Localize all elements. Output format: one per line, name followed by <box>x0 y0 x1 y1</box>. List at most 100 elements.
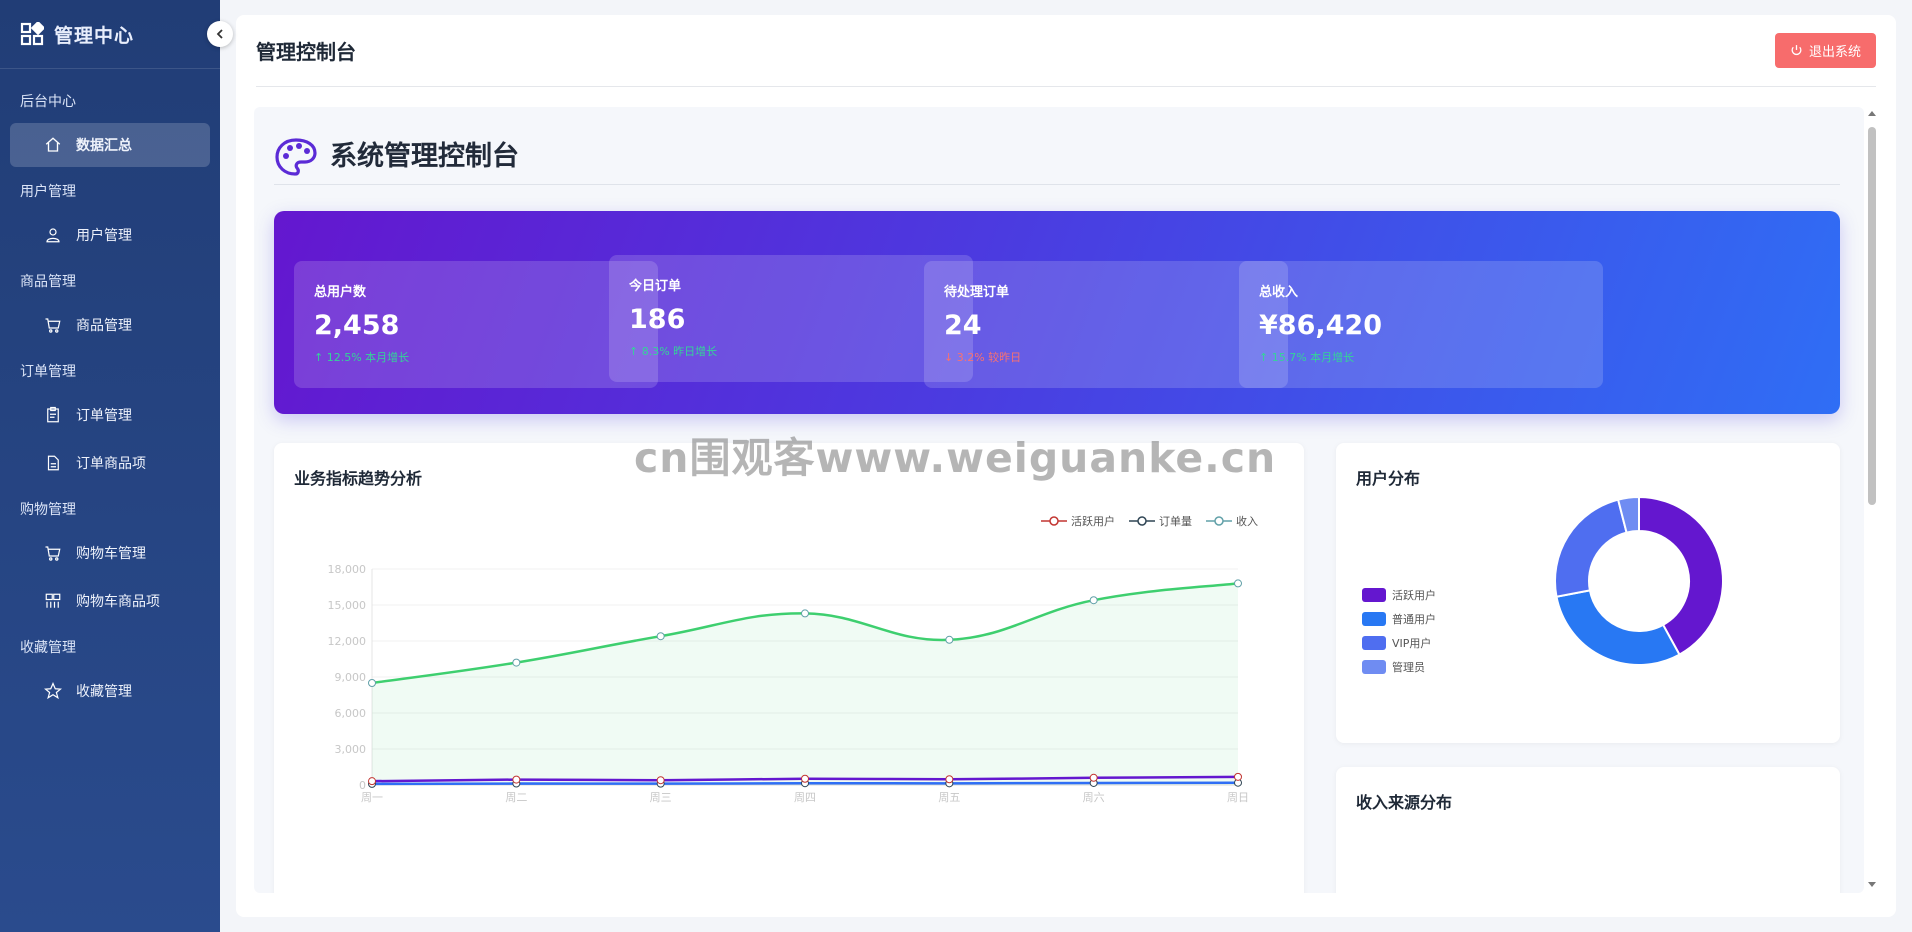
sidebar-item-product-management[interactable]: 商品管理 <box>10 303 210 347</box>
income-source-card: 收入来源分布 <box>1336 767 1840 893</box>
sidebar-item-label: 订单管理 <box>76 408 132 424</box>
menu-group-title: 购物管理 <box>20 502 76 518</box>
stat-trend: ↑ 12.5% 本月增长 <box>314 349 638 365</box>
data-point <box>656 776 665 785</box>
collapse-sidebar-button[interactable] <box>207 21 233 47</box>
arrow-down-icon: ↓ <box>944 351 954 364</box>
x-tick-label: 周六 <box>1083 791 1105 804</box>
menu-group-title: 用户管理 <box>20 184 76 200</box>
donut-chart <box>1554 495 1724 666</box>
power-icon <box>1791 45 1802 56</box>
stat-card-total-revenue[interactable]: 总收入 ¥86,420 ↑ 15.7% 本月增长 <box>1239 261 1603 388</box>
arrow-up-icon: ↑ <box>1259 351 1269 364</box>
stat-trend-text: 12.5% 本月增长 <box>326 351 410 364</box>
sidebar-item-label: 收藏管理 <box>76 684 132 700</box>
sidebar-item-label: 商品管理 <box>76 318 132 334</box>
dashboard-heading: 系统管理控制台 <box>274 137 1840 185</box>
stat-label: 今日订单 <box>629 279 682 294</box>
x-tick-label: 周二 <box>505 791 527 804</box>
document-icon <box>47 455 59 471</box>
stat-trend: ↑ 15.7% 本月增长 <box>1259 349 1583 365</box>
cart-icon <box>45 318 61 333</box>
sidebar-item-cart-management[interactable]: 购物车管理 <box>10 531 210 575</box>
stat-card-pending-orders[interactable]: 待处理订单 24 ↓ 3.2% 较昨日 <box>924 261 1288 388</box>
data-point <box>945 635 954 644</box>
content-scrollbar[interactable] <box>1866 107 1878 893</box>
menu-group-title: 商品管理 <box>20 274 76 290</box>
scroll-up-icon[interactable] <box>1868 111 1876 116</box>
stat-trend: ↓ 3.2% 较昨日 <box>944 349 1268 365</box>
dashboard-icon <box>20 22 44 46</box>
data-point <box>512 658 521 667</box>
x-tick-label: 周三 <box>650 791 672 804</box>
x-tick-label: 周四 <box>794 791 816 804</box>
sidebar: 管理中心 后台中心 数据汇总 用户管理 用户管理 商品管理 商品管理 订单管理 … <box>0 0 233 932</box>
chevron-left-icon <box>216 29 223 39</box>
sidebar-item-order-items[interactable]: 订单商品项 <box>10 441 210 485</box>
logout-label: 退出系统 <box>1808 45 1861 60</box>
data-point <box>801 609 809 618</box>
scroll-down-icon[interactable] <box>1868 882 1876 887</box>
y-tick-label: 9,000 <box>335 671 367 684</box>
menu-group-title: 收藏管理 <box>20 640 76 656</box>
sidebar-item-label: 订单商品项 <box>76 456 146 472</box>
data-point <box>1234 579 1242 588</box>
sidebar-item-label: 数据汇总 <box>76 138 132 154</box>
data-point <box>1089 596 1098 605</box>
chart-title: 收入来源分布 <box>1356 793 1453 812</box>
data-point <box>801 774 809 783</box>
donut-slice <box>1554 498 1628 598</box>
sidebar-menu: 后台中心 数据汇总 用户管理 用户管理 商品管理 商品管理 订单管理 订单管理 … <box>0 69 220 713</box>
user-distribution-card: 用户分布 活跃用户 普通用户 VIP用户 管理员 <box>1336 443 1840 743</box>
stat-trend: ↑ 8.3% 昨日增长 <box>629 343 953 359</box>
brand-title: 管理中心 <box>54 24 135 47</box>
dashboard-content: 系统管理控制台 总用户数 2,458 ↑ 12.5% 本月增长 今日订单 186… <box>254 107 1864 893</box>
sidebar-item-label: 购物车商品项 <box>76 594 160 610</box>
arrow-up-icon: ↑ <box>314 351 324 364</box>
cart-icon <box>45 546 61 561</box>
data-point <box>512 775 521 784</box>
data-point <box>945 775 954 784</box>
grid-icon <box>45 593 61 608</box>
sidebar-item-favorites-management[interactable]: 收藏管理 <box>10 669 210 713</box>
stat-label: 总用户数 <box>314 285 367 300</box>
stat-trend-text: 8.3% 昨日增长 <box>641 345 718 358</box>
arrow-up-icon: ↑ <box>629 345 639 358</box>
trend-chart-card: 业务指标趋势分析 活跃用户 订单量 收入 0 3,000 6,000 9,000 12,00… <box>274 443 1304 893</box>
stat-card-total-users[interactable]: 总用户数 2,458 ↑ 12.5% 本月增长 <box>294 261 658 388</box>
x-tick-label: 周一 <box>361 791 383 804</box>
menu-group-title: 订单管理 <box>20 364 76 380</box>
menu-group-title: 后台中心 <box>20 94 76 110</box>
stats-banner: 总用户数 2,458 ↑ 12.5% 本月增长 今日订单 186 ↑ 8.3% … <box>274 211 1840 414</box>
stat-card-today-orders[interactable]: 今日订单 186 ↑ 8.3% 昨日增长 <box>609 255 973 382</box>
x-tick-label: 周五 <box>938 791 960 804</box>
scroll-thumb[interactable] <box>1868 127 1876 505</box>
sidebar-item-data-summary[interactable]: 数据汇总 <box>10 123 210 167</box>
stat-value: 24 <box>944 310 982 341</box>
logout-button[interactable]: 退出系统 <box>1774 33 1876 68</box>
stat-label: 总收入 <box>1259 285 1299 300</box>
y-tick-label: 3,000 <box>335 743 367 756</box>
sidebar-item-cart-items[interactable]: 购物车商品项 <box>10 579 210 623</box>
donut-slice <box>1555 589 1681 666</box>
home-icon <box>45 137 61 152</box>
dashboard-title: 系统管理控制台 <box>330 141 519 172</box>
x-tick-label: 周日 <box>1227 791 1249 804</box>
sidebar-item-label: 购物车管理 <box>76 546 146 562</box>
stat-value: ¥86,420 <box>1259 310 1382 341</box>
sidebar-item-user-management[interactable]: 用户管理 <box>10 213 210 257</box>
y-tick-label: 6,000 <box>335 707 367 720</box>
y-tick-label: 12,000 <box>328 635 367 648</box>
sidebar-item-order-management[interactable]: 订单管理 <box>10 393 210 437</box>
main-panel: 管理控制台 退出系统 系统管理控制台 总用户数 2,458 ↑ 12.5% 本月… <box>236 15 1896 917</box>
stat-trend-text: 3.2% 较昨日 <box>956 351 1022 364</box>
y-tick-label: 18,000 <box>328 563 367 576</box>
palette-icon <box>275 138 317 176</box>
sidebar-item-label: 用户管理 <box>76 228 132 244</box>
line-chart: 03,0006,0009,00012,00015,00018,000周一 周二 周三… <box>328 563 1250 804</box>
data-point <box>656 632 665 641</box>
star-icon <box>44 682 62 700</box>
brand[interactable]: 管理中心 <box>0 0 220 69</box>
stat-value: 186 <box>629 304 686 335</box>
stat-value: 2,458 <box>314 310 400 341</box>
